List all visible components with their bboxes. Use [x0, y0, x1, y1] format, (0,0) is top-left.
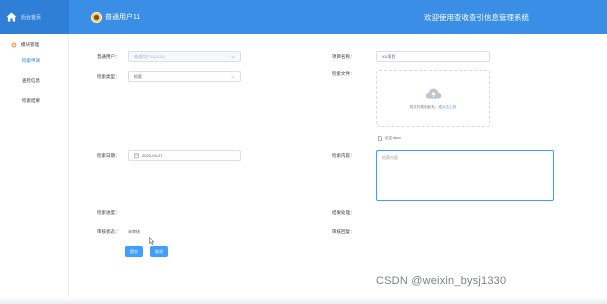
- site-title: 欢迎使用查收查引信息管理系统: [424, 13, 529, 22]
- watermark: CSDN @weixin_bysj1330: [376, 275, 507, 287]
- sidebar-item-search-result[interactable]: 检索结果: [0, 98, 68, 104]
- upload-hint-text: 将文件拖到此处，或: [409, 105, 442, 109]
- upload-hint: 将文件拖到此处，或点击上传: [410, 105, 457, 110]
- type-row: 检索类型： 检索: [97, 71, 241, 82]
- file-row: 检索文件：: [332, 71, 355, 77]
- user-info[interactable]: 普通用户11: [91, 11, 141, 23]
- date-row: 检索日期： 2023-04-27: [97, 150, 241, 161]
- search-date-picker[interactable]: 2023-04-27: [128, 150, 241, 161]
- cancel-button[interactable]: 取消: [150, 246, 168, 257]
- sidebar-item-check-info[interactable]: 查检信息: [0, 78, 68, 84]
- result-label: 结果处理：: [332, 210, 355, 215]
- cloud-upload-icon: [425, 88, 441, 99]
- content-row: 检索内容：: [332, 153, 355, 159]
- gear-icon: [11, 42, 17, 48]
- reply-label: 审核回复：: [332, 229, 355, 234]
- home-icon: [6, 12, 17, 22]
- sidebar-group-module-management[interactable]: 模块管理: [0, 34, 68, 48]
- mouse-cursor-icon: [149, 237, 155, 245]
- status-label: 审核状态：: [97, 229, 120, 234]
- user-select: 普通用户11(1111): [128, 51, 241, 62]
- status-row: 审核状态： 未审核: [97, 229, 140, 235]
- submit-button[interactable]: 提交: [125, 246, 143, 257]
- calendar-icon: [134, 153, 139, 158]
- top-header-bar: 后台首页 普通用户11 欢迎使用查收查引信息管理系统: [0, 0, 607, 34]
- main-content: 普通用户： 普通用户11(1111) 项目名称： XX项目 检索类型： 检索 检…: [69, 34, 607, 304]
- project-name-value: XX项目: [382, 53, 396, 59]
- file-upload-dropzone[interactable]: 将文件拖到此处，或点击上传: [376, 70, 490, 127]
- content-label: 检索内容：: [332, 153, 355, 158]
- user-label: 普通用户：: [97, 53, 120, 59]
- brand-text: 后台首页: [21, 14, 42, 21]
- uploaded-file-name: 论文.docx: [385, 136, 401, 140]
- search-content-textarea[interactable]: 检索内容: [376, 150, 554, 201]
- search-date-value: 2023-04-27: [142, 153, 163, 158]
- type-label: 检索类型：: [97, 73, 120, 79]
- result-row: 结果处理：: [332, 210, 355, 216]
- search-type-select[interactable]: 检索: [128, 71, 241, 82]
- bottom-edge: [0, 297, 607, 304]
- progress-row: 检索进度：: [97, 210, 120, 216]
- file-label: 检索文件：: [332, 71, 355, 76]
- user-select-value: 普通用户11(1111): [134, 53, 165, 59]
- home-link[interactable]: 后台首页: [0, 0, 69, 34]
- status-value: 未审核: [128, 229, 140, 234]
- project-name-input[interactable]: XX项目: [376, 51, 490, 62]
- chevron-down-icon: [231, 76, 235, 79]
- date-label: 检索日期：: [97, 152, 120, 158]
- chevron-down-icon: [231, 56, 235, 59]
- project-label: 项目名称：: [332, 53, 355, 59]
- search-type-value: 检索: [134, 73, 142, 79]
- progress-label: 检索进度：: [97, 210, 120, 215]
- project-row: 项目名称： XX项目: [332, 51, 490, 62]
- sidebar: 模块管理 检索申请 查检信息 检索结果: [0, 34, 69, 304]
- reply-row: 审核回复：: [332, 229, 355, 235]
- document-icon: [378, 136, 382, 141]
- avatar-icon: [91, 11, 102, 23]
- sidebar-group-label: 模块管理: [21, 42, 39, 47]
- uploaded-file-item[interactable]: 论文.docx: [378, 136, 401, 141]
- user-name: 普通用户11: [105, 14, 141, 21]
- upload-link[interactable]: 点击上传: [442, 105, 456, 109]
- sidebar-item-search-request[interactable]: 检索申请: [0, 58, 68, 64]
- user-row: 普通用户： 普通用户11(1111): [97, 51, 241, 62]
